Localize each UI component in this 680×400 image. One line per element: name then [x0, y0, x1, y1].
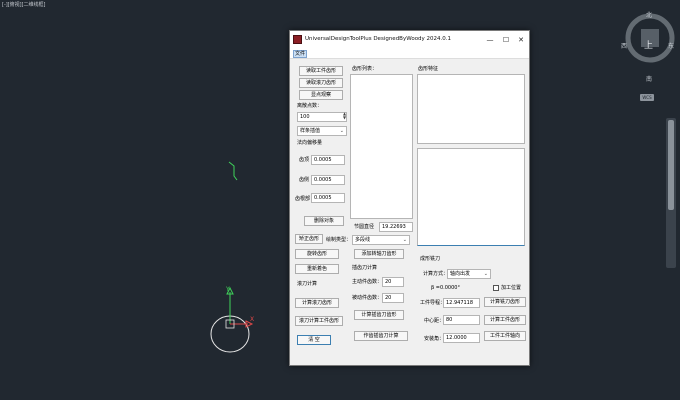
delete-object-button[interactable]: 删除对象: [304, 216, 344, 226]
offset-points-label: 离散点数：: [297, 103, 323, 109]
angle-text: β =0.0000°: [431, 285, 460, 291]
add-rotate-axis-button[interactable]: 添加转轴刀齿形: [354, 249, 404, 259]
title-bar[interactable]: UniversalDesignToolPlus DesignedByWoody …: [290, 31, 529, 49]
interp-select[interactable]: 样条插值 ⌄: [297, 126, 347, 136]
workpiece-axis-button[interactable]: 工件工件轴向: [484, 331, 526, 341]
driver-teeth-label: 主动件齿数：: [352, 279, 383, 285]
compass-south[interactable]: 南: [646, 74, 652, 83]
tool-dialog: UniversalDesignToolPlus DesignedByWoody …: [289, 30, 530, 366]
read-tool-button[interactable]: 读取滚刀齿形: [299, 78, 343, 88]
center-dist-label: 中心距：: [424, 318, 445, 324]
tooth-side-input[interactable]: 0.0005: [311, 175, 345, 185]
scrollbar-thumb[interactable]: [668, 120, 674, 210]
driven-teeth-label: 被动件齿数：: [352, 295, 383, 301]
calc-hob-button[interactable]: 计算滚刀齿形: [295, 298, 339, 308]
menu-file[interactable]: 文件: [293, 50, 307, 58]
profile-list-label: 齿形列表：: [352, 66, 378, 72]
pitch-dia-input[interactable]: 19.22693: [379, 222, 413, 232]
compass-east[interactable]: 东: [668, 41, 674, 50]
shaper-reverse-button[interactable]: 作齿插齿刀计算: [354, 331, 408, 341]
menu-bar: 文件: [290, 49, 529, 59]
tooth-top-input[interactable]: 0.0005: [311, 155, 345, 165]
chevron-down-icon: ⌄: [339, 128, 344, 134]
tooth-root-label: 齿根部: [295, 196, 311, 202]
workpiece-pitch-label: 工件导程：: [420, 300, 446, 306]
app-icon: [293, 35, 302, 44]
hob-calc-workpiece-button[interactable]: 滚刀计算工件齿形: [295, 316, 343, 326]
ucs-icon: [210, 286, 254, 353]
wcs-menu[interactable]: WCS: [640, 94, 654, 101]
tooth-top-label: 齿顶: [299, 157, 310, 163]
read-workpiece-button[interactable]: 读取工件齿形: [299, 66, 343, 76]
hob-calc-label: 滚刀计算: [297, 281, 318, 287]
viewport-label[interactable]: [-][俯视][二维线框]: [2, 1, 46, 8]
spin-icon[interactable]: ▲ ▼: [343, 112, 346, 120]
ucs-x-label: X: [250, 316, 255, 323]
drawing-curve[interactable]: [226, 160, 240, 182]
show-points-button[interactable]: 显点观察: [299, 90, 343, 100]
center-dist-input[interactable]: 80: [443, 315, 480, 325]
change-color-button[interactable]: 重新着色: [295, 264, 339, 274]
window-title: UniversalDesignToolPlus DesignedByWoody …: [305, 36, 452, 42]
compass-west[interactable]: 西: [621, 41, 627, 50]
minimize-icon[interactable]: —: [484, 34, 496, 46]
workpiece-pitch-input[interactable]: 12.947118: [443, 298, 480, 308]
calc-workpiece-button[interactable]: 计算工件齿形: [484, 315, 526, 325]
tooth-root-input[interactable]: 0.0005: [311, 193, 345, 203]
mount-angle-label: 安装角：: [424, 336, 445, 342]
viewcube-top[interactable]: 上: [644, 38, 653, 51]
calc-forming-button[interactable]: 计算铣刀齿形: [484, 297, 526, 307]
interp-select-value: 样条插值: [300, 128, 321, 134]
maximize-icon[interactable]: ☐: [500, 34, 512, 46]
normal-offset-label: 法向偏移量: [297, 140, 323, 146]
draw-type-value: 多段线: [355, 237, 371, 243]
tooth-side-label: 齿侧: [299, 177, 310, 183]
feature-label: 齿形特征: [418, 66, 439, 72]
calc-shaper-button[interactable]: 计算插齿刀齿形: [354, 310, 404, 320]
pitch-dia-label: 节圆直径: [354, 224, 375, 230]
compass-north[interactable]: 北: [646, 10, 652, 19]
chevron-down-icon: ⌄: [402, 237, 407, 243]
feature-box-top[interactable]: [417, 74, 525, 144]
draw-type-select[interactable]: 多段线 ⌄: [352, 235, 410, 245]
profile-list[interactable]: [350, 74, 413, 219]
driver-teeth-input[interactable]: 20: [382, 277, 404, 287]
offset-points-input[interactable]: 100: [297, 112, 347, 122]
driven-teeth-input[interactable]: 20: [382, 293, 404, 303]
rotate-profile-button[interactable]: 旋转齿形: [295, 249, 339, 259]
machining-label: 加工位置: [501, 285, 522, 291]
close-icon[interactable]: ✕: [515, 34, 527, 46]
machining-checkbox[interactable]: [493, 285, 499, 291]
ucs-y-label: Y: [226, 286, 230, 293]
calc-method-value: 轴向出发: [450, 271, 471, 277]
calc-method-label: 计算方式：: [423, 271, 449, 277]
clear-button[interactable]: 清 空: [297, 335, 331, 345]
feature-box-bottom[interactable]: [417, 148, 525, 246]
gear-shaper-label: 插齿刀计算: [352, 265, 378, 271]
calc-method-select[interactable]: 轴向出发 ⌄: [447, 269, 491, 279]
forming-label: 成形铣刀: [420, 256, 441, 262]
chevron-down-icon: ⌄: [483, 271, 488, 277]
correct-profile-button[interactable]: 矫正齿形: [295, 234, 323, 244]
mount-angle-input[interactable]: 12.0000: [443, 333, 480, 343]
draw-type-label: 绘制类型：: [326, 237, 352, 243]
